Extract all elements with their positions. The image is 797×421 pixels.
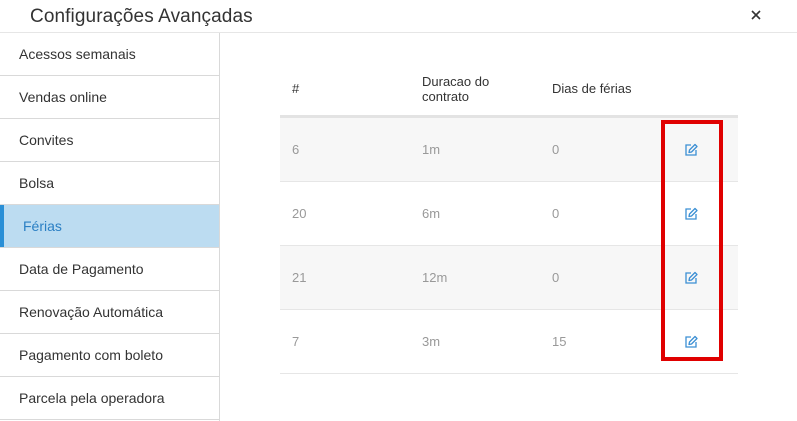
cell-id: 7 [292,334,300,349]
cell-duration: 6m [422,206,441,221]
sidebar-item-vendas-online[interactable]: Vendas online [0,76,219,119]
sidebar-item-bolsa[interactable]: Bolsa [0,162,219,205]
column-header-id: # [292,81,300,96]
cell-vacation-days: 0 [552,270,560,285]
cell-vacation-days: 0 [552,206,560,221]
sidebar: Acessos semanais Vendas online Convites … [0,33,220,421]
column-header-duration: Duracao do contrato [422,74,489,104]
cell-id: 6 [292,142,300,157]
sidebar-item-convites[interactable]: Convites [0,119,219,162]
table-header: # Duracao do contrato Dias de férias [280,60,738,118]
cell-duration: 12m [422,270,448,285]
dialog-header: Configurações Avançadas [0,0,797,33]
cell-duration: 1m [422,142,441,157]
sidebar-item-acessos-semanais[interactable]: Acessos semanais [0,33,219,76]
column-header-duration-line2: contrato [422,89,469,104]
column-header-duration-line1: Duracao do [422,74,490,89]
cell-id: 21 [292,270,307,285]
highlight-annotation-box [661,120,723,361]
sidebar-item-pagamento-com-boleto[interactable]: Pagamento com boleto [0,334,219,377]
sidebar-item-data-de-pagamento[interactable]: Data de Pagamento [0,248,219,291]
cell-vacation-days: 0 [552,142,560,157]
dialog-title: Configurações Avançadas [30,6,253,27]
cell-duration: 3m [422,334,441,349]
cell-vacation-days: 15 [552,334,567,349]
sidebar-item-parcela-pela-operadora[interactable]: Parcela pela operadora [0,377,219,420]
sidebar-item-ferias[interactable]: Férias [0,205,219,248]
close-icon[interactable] [749,8,763,22]
cell-id: 20 [292,206,307,221]
column-header-vacation-days: Dias de férias [552,81,632,96]
sidebar-item-renovacao-automatica[interactable]: Renovação Automática [0,291,219,334]
